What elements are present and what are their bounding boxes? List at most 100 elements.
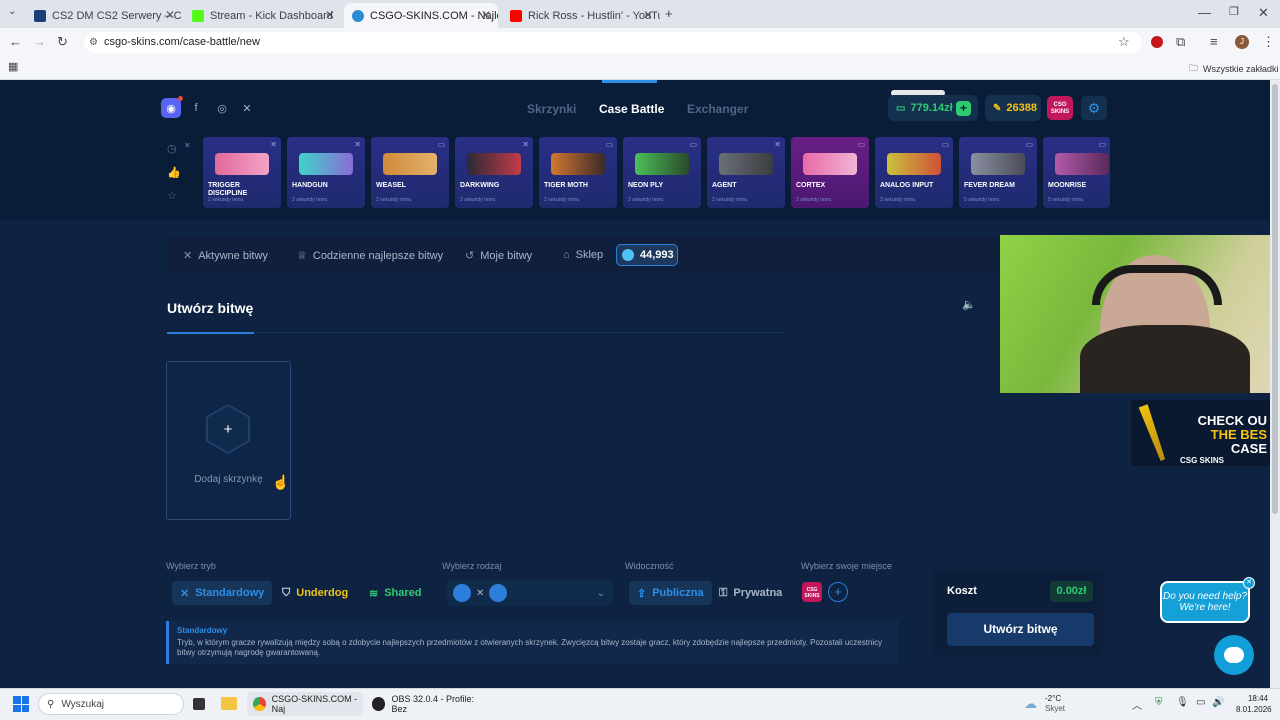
drop-card[interactable]: ▭ TIGER MOTH 2 sekundy temu bbox=[539, 137, 617, 208]
instagram-icon[interactable]: ◎ bbox=[212, 98, 232, 118]
security-icon[interactable]: ⛨ bbox=[1155, 697, 1163, 708]
close-icon[interactable]: ✕ bbox=[481, 8, 491, 22]
nav-exchanger[interactable]: Exchanger bbox=[687, 102, 748, 116]
mode-shared-button[interactable]: ≋ Shared bbox=[361, 581, 430, 605]
file-explorer-icon[interactable] bbox=[221, 697, 237, 710]
clock-icon[interactable]: ◷ bbox=[167, 142, 177, 155]
nav-skrzynki[interactable]: Skrzynki bbox=[527, 102, 576, 116]
settings-gear-icon[interactable]: ⚙ bbox=[1081, 96, 1107, 120]
star-icon[interactable]: ☆ bbox=[167, 189, 177, 202]
wallet-icon: ▭ bbox=[896, 102, 906, 114]
scrollbar-thumb[interactable] bbox=[1272, 84, 1278, 514]
media-icon[interactable]: ≡ bbox=[1210, 34, 1218, 49]
tab-title: CS2 DM CS2 Serwery – CYBERS bbox=[52, 9, 182, 22]
user-avatar[interactable]: CSG SKINS bbox=[1047, 96, 1073, 120]
history-icon: ↺ bbox=[465, 250, 475, 262]
taskbar-search[interactable]: ⚲ Wyszukaj bbox=[38, 693, 184, 715]
weather[interactable]: -2°C Skyet bbox=[1045, 694, 1065, 714]
drop-card[interactable]: ✕ DARKWING 2 sekundy temu bbox=[455, 137, 533, 208]
taskbar-obs[interactable]: OBS 32.0.4 - Profile: Bez bbox=[368, 692, 488, 716]
tab-csgo-skins[interactable]: CSGO-SKINS.COM - Najlepsze ✕ bbox=[344, 3, 498, 28]
drop-marker-icon: ✕ bbox=[184, 141, 191, 150]
folder-icon: 🗀 bbox=[1189, 63, 1199, 73]
nav-daily-best-battles[interactable]: ♕ Codzienne najlepsze bitwy bbox=[297, 249, 443, 263]
drop-card[interactable]: ▭ FEVER DREAM 5 sekundy temu bbox=[959, 137, 1037, 208]
profile-avatar[interactable]: J bbox=[1235, 35, 1249, 49]
close-icon[interactable]: ✕ bbox=[643, 8, 653, 22]
add-seat-button[interactable]: + bbox=[828, 582, 848, 602]
mode-underdog-button[interactable]: ⛉ Underdog bbox=[274, 581, 356, 605]
extensions-puzzle-icon[interactable]: ⧉ bbox=[1176, 34, 1185, 50]
drop-time: 2 sekundy temu bbox=[712, 197, 748, 203]
drop-card[interactable]: ▭ CORTEX 2 sekundy temu bbox=[791, 137, 869, 208]
promo-line-2: THE BES bbox=[1210, 427, 1267, 442]
reload-icon[interactable]: ↻ bbox=[57, 34, 68, 50]
close-icon[interactable]: ✕ bbox=[165, 8, 175, 22]
deposit-button[interactable]: + bbox=[956, 101, 971, 116]
weapon-image bbox=[383, 153, 437, 175]
nav-active-battles[interactable]: ✕ Aktywne bitwy bbox=[183, 249, 268, 263]
battle-type-select[interactable]: ✕ ⌄ bbox=[447, 580, 613, 606]
clock[interactable]: 18:44 8.01.2026 bbox=[1236, 693, 1272, 715]
coins-pill[interactable]: ✎ 26388 bbox=[985, 95, 1041, 121]
promo-brand: CSG SKINS bbox=[1180, 456, 1225, 465]
all-bookmarks[interactable]: 🗀 Wszystkie zakładki bbox=[1189, 61, 1279, 77]
volume-icon[interactable]: 🔊 bbox=[1212, 697, 1224, 708]
forward-icon[interactable]: → bbox=[33, 34, 46, 49]
drop-time: 2 sekundy temu bbox=[460, 197, 496, 203]
thumbs-up-icon[interactable]: 👍 bbox=[167, 166, 181, 179]
promo-banner[interactable]: CHECK OU THE BES CASE CSG SKINS bbox=[1131, 400, 1270, 466]
streamer-shirt bbox=[1080, 325, 1250, 393]
tab-kick[interactable]: Stream - Kick Dashboard ✕ bbox=[184, 3, 342, 28]
chat-launcher-button[interactable] bbox=[1214, 635, 1254, 675]
network-icon[interactable]: ▭ bbox=[1196, 697, 1205, 708]
tab-list-icon[interactable]: ⌄ bbox=[8, 6, 16, 17]
create-battle-button[interactable]: Utwórz bitwę bbox=[947, 613, 1094, 646]
bookmark-star-icon[interactable]: ☆ bbox=[1118, 34, 1130, 50]
chat-bubble-close-icon[interactable]: ✕ bbox=[1243, 577, 1255, 589]
facebook-icon[interactable]: f bbox=[186, 98, 206, 118]
nav-my-battles[interactable]: ↺ Moje bitwy bbox=[465, 249, 532, 263]
drop-card[interactable]: ▭ ANALOG INPUT 3 sekundy temu bbox=[875, 137, 953, 208]
chat-bubble[interactable]: Do you need help? We're here! bbox=[1160, 581, 1250, 623]
task-view-icon[interactable] bbox=[193, 698, 205, 710]
url-field[interactable]: csgo-skins.com/case-battle/new bbox=[84, 32, 1142, 53]
drop-card[interactable]: ▭ MOONRISE 5 sekundy temu bbox=[1043, 137, 1110, 208]
apps-grid-icon[interactable]: ▦ bbox=[8, 60, 18, 73]
seat-avatar[interactable]: CSG SKINS bbox=[802, 582, 822, 602]
visibility-public-button[interactable]: ⇪ Publiczna bbox=[629, 581, 712, 605]
back-icon[interactable]: ← bbox=[9, 34, 22, 49]
minimize-icon[interactable]: — bbox=[1198, 5, 1211, 20]
windows-start-icon[interactable] bbox=[13, 696, 29, 712]
tab-youtube[interactable]: Rick Ross - Hustlin' - YouTu ✕ bbox=[502, 3, 660, 28]
drop-card[interactable]: ✕ HANDGUN 2 sekundy temu bbox=[287, 137, 365, 208]
drop-card[interactable]: ✕ TRIGGER DISCIPLINE 2 sekundy temu bbox=[203, 137, 281, 208]
close-window-icon[interactable]: ✕ bbox=[1258, 5, 1269, 21]
nav-case-battle[interactable]: Case Battle bbox=[599, 102, 664, 116]
nav-shop[interactable]: ⌂ Sklep bbox=[563, 249, 603, 261]
gems-balance[interactable]: 44,993 bbox=[616, 244, 678, 266]
weather-icon: ☁ bbox=[1024, 696, 1037, 711]
drop-time: 2 sekundy temu bbox=[292, 197, 328, 203]
discord-icon[interactable]: ◉ bbox=[161, 98, 181, 118]
menu-icon[interactable]: ⋮ bbox=[1262, 34, 1275, 50]
clock-date: 8.01.2026 bbox=[1236, 705, 1272, 714]
visibility-private-button[interactable]: ⚿ Prywatna bbox=[711, 581, 790, 605]
taskbar-app-label: OBS 32.0.4 - Profile: Bez bbox=[391, 694, 474, 714]
close-icon[interactable]: ✕ bbox=[325, 8, 335, 22]
drop-card[interactable]: ▭ NEON PLY 2 sekundy temu bbox=[623, 137, 701, 208]
mode-standard-button[interactable]: ✕ Standardowy bbox=[172, 581, 273, 605]
x-twitter-icon[interactable]: ✕ bbox=[237, 98, 257, 118]
drop-card[interactable]: ✕ AGENT 2 sekundy temu bbox=[707, 137, 785, 208]
new-tab-icon[interactable]: + bbox=[665, 6, 673, 21]
mode-label-text: Underdog bbox=[296, 587, 349, 599]
tab-cs2-dm[interactable]: CS2 DM CS2 Serwery – CYBERS ✕ bbox=[26, 3, 182, 28]
sound-toggle-icon[interactable]: 🔈 bbox=[962, 298, 976, 311]
site-info-icon[interactable]: ⚙ bbox=[89, 37, 98, 48]
microphone-icon[interactable]: 🎙 bbox=[1176, 697, 1189, 708]
chevron-up-icon[interactable]: ︿ bbox=[1132, 697, 1142, 712]
extension-icon[interactable] bbox=[1151, 36, 1163, 48]
taskbar-chrome[interactable]: CSGO-SKINS.COM - Naj bbox=[247, 692, 363, 716]
maximize-icon[interactable]: ❐ bbox=[1229, 5, 1239, 18]
drop-card[interactable]: ▭ WEASEL 2 sekundy temu bbox=[371, 137, 449, 208]
